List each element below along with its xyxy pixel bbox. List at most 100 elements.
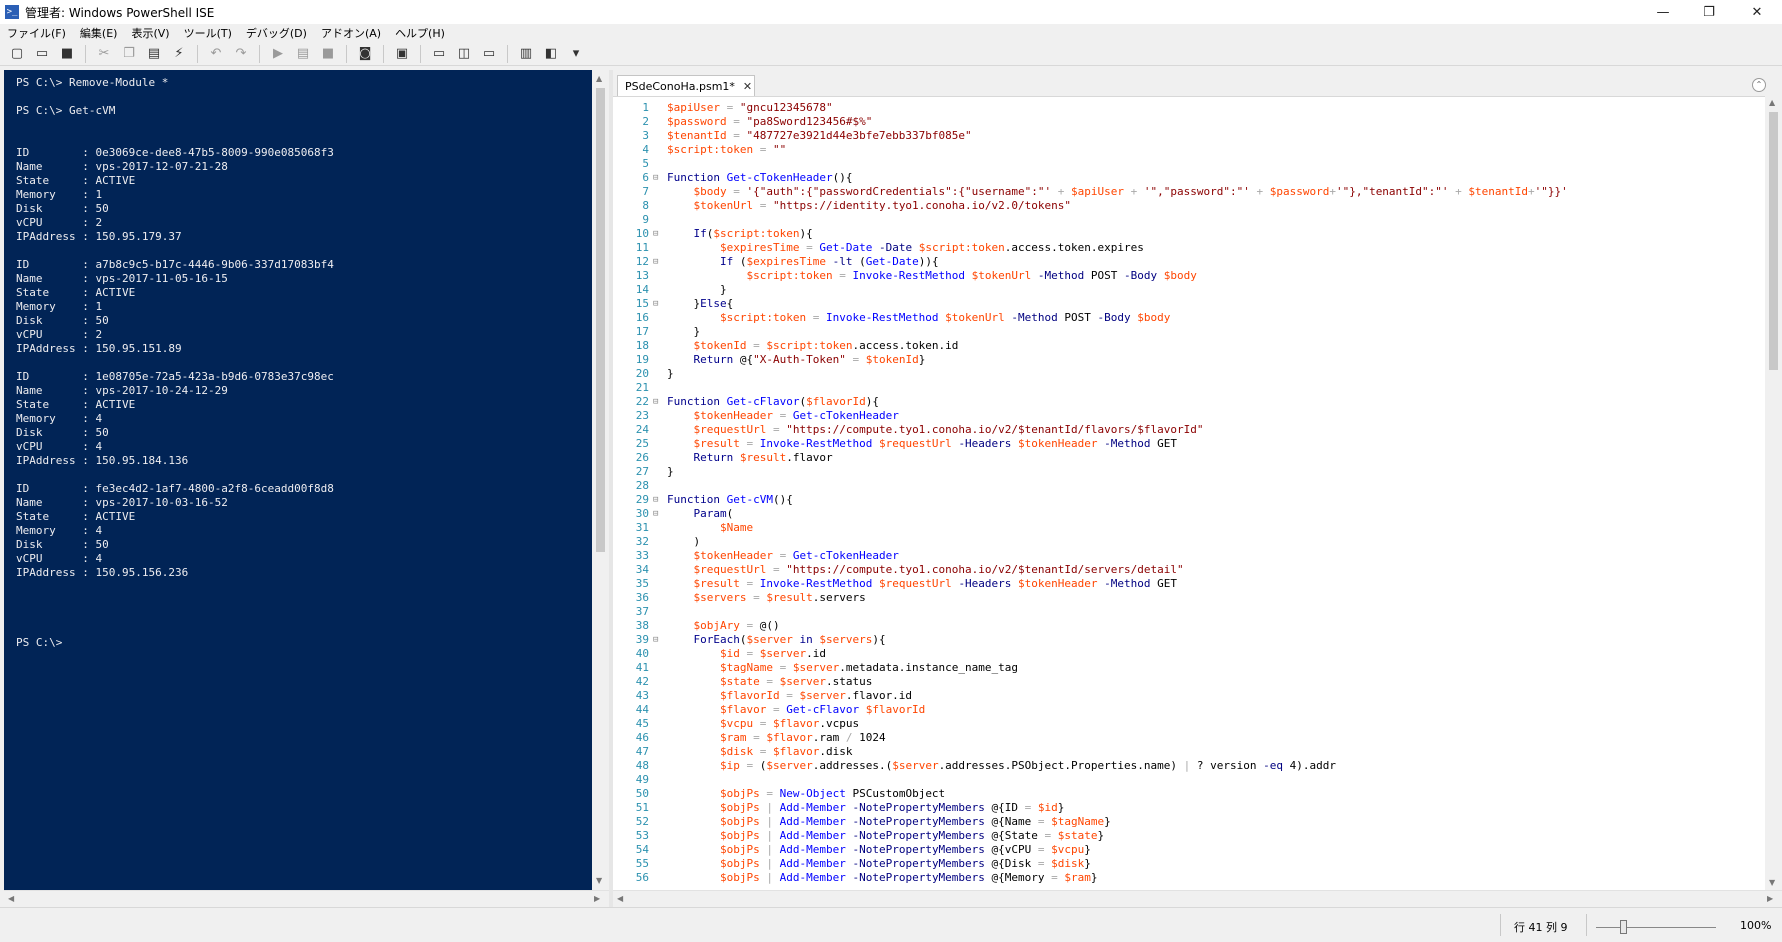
code-line[interactable]: Param( xyxy=(667,507,1568,521)
code-line[interactable]: $requestUrl = "https://compute.tyo1.cono… xyxy=(667,423,1568,437)
toolbar-overflow-icon[interactable]: ▾ xyxy=(565,44,587,64)
zoom-slider-thumb[interactable] xyxy=(1620,920,1627,934)
code-line[interactable]: $Name xyxy=(667,521,1568,535)
scroll-up-icon[interactable]: ▲ xyxy=(1769,98,1775,107)
code-line[interactable] xyxy=(667,381,1568,395)
save-icon[interactable]: ■ xyxy=(56,44,78,64)
code-line[interactable]: If ($expiresTime -lt (Get-Date)){ xyxy=(667,255,1568,269)
menu-item[interactable]: 表示(V) xyxy=(124,25,176,41)
code-line[interactable]: } xyxy=(667,325,1568,339)
code-line[interactable]: $servers = $result.servers xyxy=(667,591,1568,605)
scroll-down-icon[interactable]: ▼ xyxy=(1769,878,1775,887)
code-line[interactable]: Function Get-cTokenHeader(){ xyxy=(667,171,1568,185)
close-icon[interactable]: ✕ xyxy=(743,80,752,93)
fold-toggle-icon[interactable]: ⊟ xyxy=(653,507,665,521)
code-line[interactable]: $objPs = New-Object PSCustomObject xyxy=(667,787,1568,801)
code-line[interactable]: } xyxy=(667,283,1568,297)
code-line[interactable]: $apiUser = "gncu12345678" xyxy=(667,101,1568,115)
editor-scroll-thumb[interactable] xyxy=(1769,112,1778,370)
code-line[interactable]: $expiresTime = Get-Date -Date $script:to… xyxy=(667,241,1568,255)
code-line[interactable]: $vcpu = $flavor.vcpus xyxy=(667,717,1568,731)
code-line[interactable]: $tagName = $server.metadata.instance_nam… xyxy=(667,661,1568,675)
run-selection-icon[interactable]: ▤ xyxy=(292,44,314,64)
code-line[interactable]: $disk = $flavor.disk xyxy=(667,745,1568,759)
code-line[interactable]: Function Get-cFlavor($flavorId){ xyxy=(667,395,1568,409)
fold-toggle-icon[interactable]: ⊟ xyxy=(653,493,665,507)
maximize-button[interactable]: ❐ xyxy=(1686,0,1732,24)
code-line[interactable] xyxy=(667,773,1568,787)
show-command-window-icon[interactable]: ▥ xyxy=(515,44,537,64)
code-line[interactable]: $requestUrl = "https://compute.tyo1.cono… xyxy=(667,563,1568,577)
code-line[interactable] xyxy=(667,479,1568,493)
code-line[interactable]: Function Get-cVM(){ xyxy=(667,493,1568,507)
remote-tab-icon[interactable]: ◙ xyxy=(354,44,376,64)
code-line[interactable]: $password = "pa8Sword123456#$%" xyxy=(667,115,1568,129)
minimize-button[interactable]: — xyxy=(1640,0,1686,24)
code-line[interactable]: $tokenId = $script:token.access.token.id xyxy=(667,339,1568,353)
code-line[interactable]: } xyxy=(667,465,1568,479)
fold-toggle-icon[interactable]: ⊟ xyxy=(653,255,665,269)
fold-toggle-icon[interactable]: ⊟ xyxy=(653,227,665,241)
code-line[interactable]: $ram = $flavor.ram / 1024 xyxy=(667,731,1568,745)
code-line[interactable] xyxy=(667,157,1568,171)
code-line[interactable]: $script:token = Invoke-RestMethod $token… xyxy=(667,269,1568,283)
scroll-right-icon[interactable]: ▶ xyxy=(594,894,600,903)
menu-item[interactable]: デバッグ(D) xyxy=(239,25,314,41)
code-line[interactable]: $objPs | Add-Member -NotePropertyMembers… xyxy=(667,871,1568,885)
collapse-script-pane-icon[interactable]: ⌃ xyxy=(1752,78,1766,92)
open-file-icon[interactable]: ▭ xyxy=(31,44,53,64)
scroll-right-icon[interactable]: ▶ xyxy=(1767,894,1773,903)
copy-icon[interactable]: ❐ xyxy=(118,44,140,64)
code-line[interactable]: Return @{"X-Auth-Token" = $tokenId} xyxy=(667,353,1568,367)
fold-margin[interactable]: ⊟ ⊟ ⊟ ⊟ ⊟ ⊟ ⊟ ⊟ xyxy=(653,101,665,885)
code-line[interactable]: $id = $server.id xyxy=(667,647,1568,661)
code-line[interactable]: ) xyxy=(667,535,1568,549)
scroll-left-icon[interactable]: ◀ xyxy=(617,894,623,903)
menu-item[interactable]: 編集(E) xyxy=(73,25,125,41)
code-line[interactable]: $body = '{"auth":{"passwordCredentials":… xyxy=(667,185,1568,199)
code-area[interactable]: $apiUser = "gncu12345678" $password = "pa… xyxy=(667,101,1568,885)
console-scroll-thumb[interactable] xyxy=(596,88,605,552)
script-editor[interactable]: 1 2 3 4 5 6 7 8 9 10 11 12 13 14 15 16 17 18 19 20 21 22 23 24 2… xyxy=(613,96,1765,890)
menu-item[interactable]: ツール(T) xyxy=(177,25,239,41)
cut-icon[interactable]: ✂ xyxy=(93,44,115,64)
code-line[interactable]: $result = Invoke-RestMethod $requestUrl … xyxy=(667,437,1568,451)
code-line[interactable]: } xyxy=(667,367,1568,381)
fold-toggle-icon[interactable]: ⊟ xyxy=(653,633,665,647)
console-horizontal-scrollbar[interactable]: ◀ ▶ xyxy=(4,890,609,907)
code-line[interactable]: $tokenUrl = "https://identity.tyo1.conoh… xyxy=(667,199,1568,213)
new-file-icon[interactable]: ▢ xyxy=(6,44,28,64)
undo-icon[interactable]: ↶ xyxy=(205,44,227,64)
menu-item[interactable]: アドオン(A) xyxy=(314,25,388,41)
code-line[interactable]: $objPs | Add-Member -NotePropertyMembers… xyxy=(667,843,1568,857)
show-script-max-icon[interactable]: ▭ xyxy=(478,44,500,64)
code-line[interactable]: $tokenHeader = Get-cTokenHeader xyxy=(667,409,1568,423)
code-line[interactable]: $objAry = @() xyxy=(667,619,1568,633)
paste-icon[interactable]: ▤ xyxy=(143,44,165,64)
editor-horizontal-scrollbar[interactable]: ◀ ▶ xyxy=(613,890,1782,907)
code-line[interactable]: $flavor = Get-cFlavor $flavorId xyxy=(667,703,1568,717)
code-line[interactable]: $script:token = "" xyxy=(667,143,1568,157)
code-line[interactable]: $objPs | Add-Member -NotePropertyMembers… xyxy=(667,815,1568,829)
code-line[interactable] xyxy=(667,605,1568,619)
powershell-console-icon[interactable]: ▣ xyxy=(391,44,413,64)
code-line[interactable]: }Else{ xyxy=(667,297,1568,311)
zoom-slider[interactable] xyxy=(1596,927,1716,928)
show-script-right-icon[interactable]: ◫ xyxy=(453,44,475,64)
code-line[interactable] xyxy=(667,213,1568,227)
scroll-up-icon[interactable]: ▲ xyxy=(596,74,602,83)
code-line[interactable]: $tenantId = "487727e3921d44e3bfe7ebb337b… xyxy=(667,129,1568,143)
code-line[interactable]: $objPs | Add-Member -NotePropertyMembers… xyxy=(667,857,1568,871)
code-line[interactable]: $script:token = Invoke-RestMethod $token… xyxy=(667,311,1568,325)
scroll-down-icon[interactable]: ▼ xyxy=(596,876,602,885)
code-line[interactable]: $flavorId = $server.flavor.id xyxy=(667,689,1568,703)
menu-item[interactable]: ファイル(F) xyxy=(0,25,73,41)
code-line[interactable]: $tokenHeader = Get-cTokenHeader xyxy=(667,549,1568,563)
redo-icon[interactable]: ↷ xyxy=(230,44,252,64)
close-button[interactable]: ✕ xyxy=(1734,0,1780,24)
tab-psdeconoha[interactable]: PSdeConoHa.psm1* ✕ xyxy=(617,75,755,96)
code-line[interactable]: $objPs | Add-Member -NotePropertyMembers… xyxy=(667,801,1568,815)
console-pane[interactable]: PS C:\> Remove-Module * PS C:\> Get-cVM ID… xyxy=(4,70,592,890)
code-line[interactable]: $ip = ($server.addresses.($server.addres… xyxy=(667,759,1568,773)
fold-toggle-icon[interactable]: ⊟ xyxy=(653,297,665,311)
